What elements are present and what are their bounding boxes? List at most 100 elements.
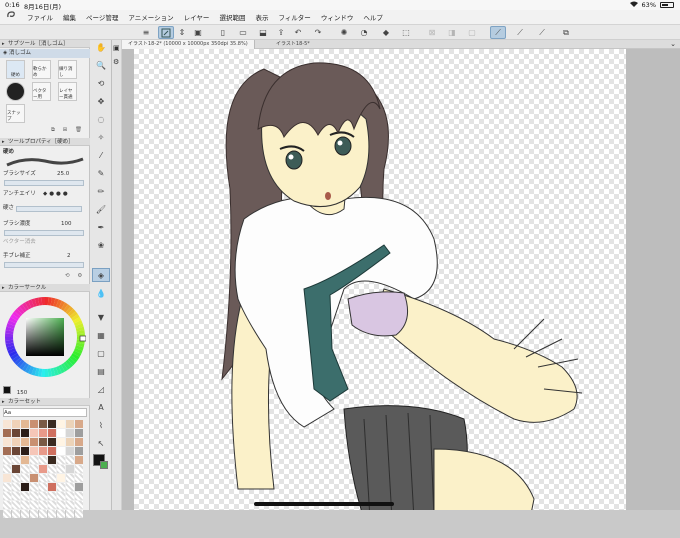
color-swatch[interactable] <box>21 474 29 482</box>
subtool-panel-header[interactable]: サブツール［消しゴム］ <box>0 40 90 48</box>
color-swatch[interactable] <box>39 438 47 446</box>
color-swatch[interactable] <box>30 501 38 509</box>
lasso-icon[interactable]: ◌ <box>92 112 110 126</box>
brush-size-slider[interactable] <box>4 180 84 186</box>
navigator-icon[interactable]: ▣ <box>113 44 120 52</box>
colorset-selector[interactable]: Aa <box>3 408 87 417</box>
canvas-paper[interactable] <box>134 49 626 510</box>
color-swatch[interactable] <box>12 420 20 428</box>
menu-page[interactable]: ページ管理 <box>81 12 123 22</box>
color-swatch[interactable] <box>21 447 29 455</box>
brush-hard[interactable]: 硬め <box>6 60 25 79</box>
color-swatch[interactable] <box>75 456 83 464</box>
color-swatch[interactable] <box>66 483 74 491</box>
colorset-swatch-grid[interactable] <box>3 420 87 538</box>
menu-edit[interactable]: 編集 <box>58 12 81 22</box>
sub-copy-icon[interactable]: ⧉ <box>51 127 55 133</box>
pencil-icon[interactable]: ✏ <box>92 184 110 198</box>
color-swatch[interactable] <box>39 447 47 455</box>
color-swatch[interactable] <box>12 438 20 446</box>
color-swatch[interactable] <box>75 483 83 491</box>
decoration-icon[interactable]: ❀ <box>92 238 110 252</box>
stabilization-slider[interactable] <box>4 262 84 268</box>
color-swatch[interactable] <box>66 456 74 464</box>
color-swatch[interactable] <box>12 465 20 473</box>
colorwheel-panel-header[interactable]: カラーサークル <box>0 284 90 292</box>
color-swatch[interactable] <box>3 483 11 491</box>
color-swatch[interactable] <box>66 447 74 455</box>
color-swatch[interactable] <box>39 483 47 491</box>
main-color-swatch[interactable] <box>3 386 11 394</box>
color-swatch[interactable] <box>48 420 56 428</box>
color-swatch[interactable] <box>12 474 20 482</box>
undo-icon[interactable]: ↶ <box>290 26 306 39</box>
color-swatch[interactable] <box>66 474 74 482</box>
color-swatch[interactable] <box>3 501 11 509</box>
settings-gear-icon[interactable]: ⚙ <box>113 58 119 66</box>
color-swatch[interactable] <box>39 474 47 482</box>
color-swatch[interactable] <box>48 447 56 455</box>
color-swatch[interactable] <box>57 456 65 464</box>
brush-size-value[interactable]: 25.0 <box>57 170 69 179</box>
color-swatch[interactable] <box>57 438 65 446</box>
save-icon[interactable]: ⬓ <box>255 26 271 39</box>
frame-icon[interactable]: ▤ <box>92 364 110 378</box>
wand-icon[interactable]: ✧ <box>92 130 110 144</box>
menu-selection[interactable]: 選択範囲 <box>214 12 250 22</box>
color-swatch[interactable] <box>75 474 83 482</box>
color-swatch[interactable] <box>21 420 29 428</box>
color-swatch[interactable] <box>30 474 38 482</box>
brush-vector[interactable] <box>6 82 25 101</box>
color-swatch[interactable] <box>57 510 65 518</box>
vector-erase-row[interactable]: ベクター消去 <box>3 238 87 247</box>
color-swatch[interactable] <box>30 465 38 473</box>
color-swatch[interactable] <box>21 510 29 518</box>
color-swatch[interactable] <box>57 429 65 437</box>
color-swatch[interactable] <box>21 501 29 509</box>
menu-animation[interactable]: アニメーション <box>123 12 178 22</box>
color-swatch[interactable] <box>48 438 56 446</box>
color-wheel[interactable] <box>4 296 86 378</box>
color-swatch[interactable] <box>57 483 65 491</box>
color-swatch[interactable] <box>57 474 65 482</box>
color-swatch[interactable] <box>75 420 83 428</box>
app-logo-icon[interactable] <box>0 11 22 23</box>
color-swatch[interactable] <box>48 501 56 509</box>
color-swatch[interactable] <box>39 420 47 428</box>
gradient-icon[interactable]: ▦ <box>92 328 110 342</box>
menu-filter[interactable]: フィルター <box>273 12 315 22</box>
subtool-current[interactable]: ◈ 消しゴム <box>0 49 90 58</box>
color-swatch[interactable] <box>30 483 38 491</box>
color-swatch[interactable] <box>30 420 38 428</box>
hamburger-menu-icon[interactable]: ≡ <box>138 26 154 39</box>
color-swatch[interactable] <box>75 510 83 518</box>
sub-delete-icon[interactable]: 🗑 <box>75 127 82 133</box>
color-swatch[interactable] <box>66 492 74 500</box>
color-swatch[interactable] <box>3 492 11 500</box>
brush-soft[interactable]: 軟らかめ <box>32 60 51 79</box>
rotate-icon[interactable]: ⟲ <box>92 76 110 90</box>
wrench-icon[interactable]: ⚙ <box>77 273 82 279</box>
ruler-icon[interactable]: ◿ <box>92 382 110 396</box>
brush-icon[interactable]: 🖌 <box>92 202 110 216</box>
color-swatch[interactable] <box>30 510 38 518</box>
color-swatch[interactable] <box>21 438 29 446</box>
color-swatch[interactable] <box>39 429 47 437</box>
move-icon[interactable]: ✥ <box>92 94 110 108</box>
color-swatch[interactable] <box>48 510 56 518</box>
blend-icon[interactable]: 💧 <box>92 286 110 300</box>
reset-icon[interactable]: ⟲ <box>65 273 70 279</box>
color-swatch[interactable] <box>21 465 29 473</box>
color-swatch[interactable] <box>12 456 20 464</box>
correct-line-icon[interactable]: ↖ <box>92 436 110 450</box>
color-swatch[interactable] <box>30 429 38 437</box>
color-swatch[interactable] <box>3 447 11 455</box>
crop-icon[interactable]: ▢ <box>464 26 480 39</box>
brush-snap[interactable]: スナップ <box>6 104 25 123</box>
copy-layer-icon[interactable]: ⧉ <box>558 26 574 39</box>
doc-tab-other[interactable]: イラスト18-5* <box>270 40 316 49</box>
fill-tool-icon[interactable]: ▼ <box>92 310 110 324</box>
color-swatch[interactable] <box>57 447 65 455</box>
color-swatch[interactable] <box>48 474 56 482</box>
color-swatch[interactable] <box>3 465 11 473</box>
